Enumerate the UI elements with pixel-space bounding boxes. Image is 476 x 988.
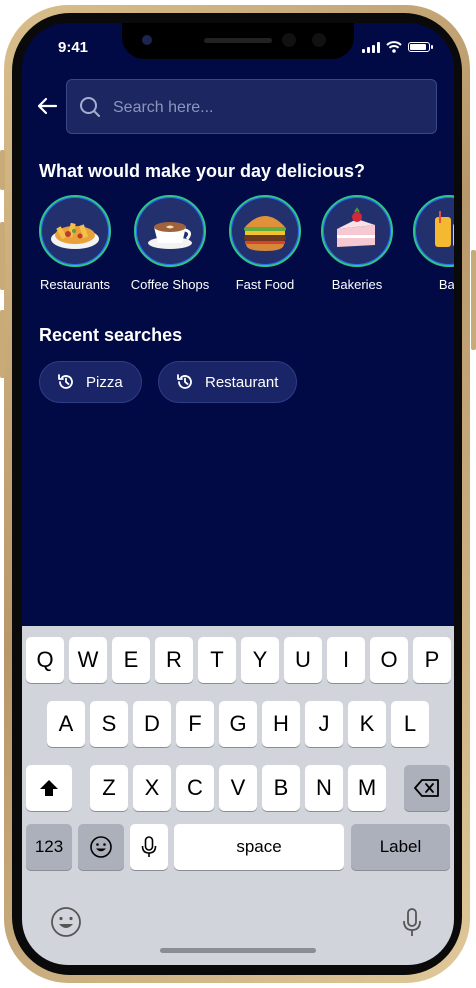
recent-search-chip-restaurant[interactable]: Restaurant xyxy=(158,361,298,403)
sensor xyxy=(312,33,326,47)
on-screen-keyboard: Q W E R T Y U I O P A S D F G H J K L Z … xyxy=(22,626,454,965)
category-label: Bakeries xyxy=(331,277,383,292)
return-key[interactable]: Label xyxy=(351,824,450,870)
emoji-switch-icon[interactable] xyxy=(50,906,82,938)
key-l[interactable]: L xyxy=(391,701,429,747)
microphone-icon xyxy=(141,836,157,857)
sensor xyxy=(282,33,296,47)
category-image xyxy=(39,195,111,267)
category-coffee-shops[interactable]: Coffee Shops xyxy=(124,195,216,292)
key-o[interactable]: O xyxy=(370,637,408,683)
coffee-cup-icon xyxy=(148,222,192,249)
key-n[interactable]: N xyxy=(305,765,343,811)
battery-icon xyxy=(408,42,433,52)
category-image xyxy=(321,195,393,267)
key-r[interactable]: R xyxy=(155,637,193,683)
key-b[interactable]: B xyxy=(262,765,300,811)
search-bar[interactable] xyxy=(66,79,437,134)
space-key-label: space xyxy=(236,837,282,856)
search-icon xyxy=(80,97,100,117)
category-image xyxy=(413,195,454,267)
burger-icon xyxy=(244,216,286,251)
shift-icon xyxy=(40,780,58,796)
key-f[interactable]: F xyxy=(176,701,214,747)
category-label: Coffee Shops xyxy=(130,277,210,292)
category-label: Bar xyxy=(438,277,454,292)
notch xyxy=(122,23,354,59)
key-x[interactable]: X xyxy=(133,765,171,811)
category-bakeries[interactable]: Bakeries xyxy=(311,195,403,292)
key-k[interactable]: K xyxy=(348,701,386,747)
microphone-key[interactable] xyxy=(130,824,168,870)
app-screen: 9:41 What would make your day delicious? xyxy=(22,23,454,965)
recent-search-chip-pizza[interactable]: Pizza xyxy=(39,361,142,403)
key-j[interactable]: J xyxy=(305,701,343,747)
emoji-icon xyxy=(90,836,112,858)
loaded-fries-icon xyxy=(51,222,99,249)
key-u[interactable]: U xyxy=(284,637,322,683)
key-i[interactable]: I xyxy=(327,637,365,683)
key-w[interactable]: W xyxy=(69,637,107,683)
numbers-key[interactable]: 123 xyxy=(26,824,72,870)
history-icon xyxy=(177,374,192,389)
dictation-icon[interactable] xyxy=(402,906,422,938)
return-key-label: Label xyxy=(379,837,422,856)
categories-heading: What would make your day delicious? xyxy=(39,161,366,181)
category-carousel[interactable]: Restaurants Coffee Shops Fast Food Baker… xyxy=(39,195,454,305)
power-button xyxy=(471,250,476,350)
home-indicator[interactable] xyxy=(160,948,316,953)
key-s[interactable]: S xyxy=(90,701,128,747)
key-z[interactable]: Z xyxy=(90,765,128,811)
category-label: Fast Food xyxy=(235,277,295,292)
category-bar[interactable]: Bar xyxy=(403,195,454,292)
category-label: Restaurants xyxy=(39,277,111,292)
key-e[interactable]: E xyxy=(112,637,150,683)
category-restaurants[interactable]: Restaurants xyxy=(39,195,121,292)
backspace-icon xyxy=(414,779,439,797)
chip-label: Pizza xyxy=(86,373,123,391)
emoji-key[interactable] xyxy=(78,824,124,870)
backspace-key[interactable] xyxy=(404,765,450,811)
cake-slice-icon xyxy=(337,207,375,247)
drink-icon xyxy=(435,211,454,247)
space-key[interactable]: space xyxy=(174,824,344,870)
key-t[interactable]: T xyxy=(198,637,236,683)
search-input[interactable] xyxy=(111,90,425,126)
status-time: 9:41 xyxy=(58,39,89,56)
status-icons xyxy=(362,41,433,53)
history-icon xyxy=(58,374,73,389)
key-v[interactable]: V xyxy=(219,765,257,811)
key-g[interactable]: G xyxy=(219,701,257,747)
key-h[interactable]: H xyxy=(262,701,300,747)
recent-searches-heading: Recent searches xyxy=(39,325,183,345)
silent-switch xyxy=(0,150,5,190)
chip-label: Restaurant xyxy=(205,373,279,391)
cellular-signal-icon xyxy=(362,41,380,53)
wifi-icon xyxy=(386,41,402,53)
key-a[interactable]: A xyxy=(47,701,85,747)
volume-down-button xyxy=(0,310,5,378)
back-arrow-icon[interactable] xyxy=(36,95,58,117)
key-y[interactable]: Y xyxy=(241,637,279,683)
category-image xyxy=(134,195,206,267)
front-camera xyxy=(142,35,152,45)
category-image xyxy=(229,195,301,267)
key-p[interactable]: P xyxy=(413,637,451,683)
key-q[interactable]: Q xyxy=(26,637,64,683)
shift-key[interactable] xyxy=(26,765,72,811)
category-fast-food[interactable]: Fast Food xyxy=(219,195,311,292)
key-c[interactable]: C xyxy=(176,765,214,811)
earpiece-speaker xyxy=(204,38,272,43)
volume-up-button xyxy=(0,222,5,290)
key-m[interactable]: M xyxy=(348,765,386,811)
numbers-key-label: 123 xyxy=(34,837,64,856)
key-d[interactable]: D xyxy=(133,701,171,747)
